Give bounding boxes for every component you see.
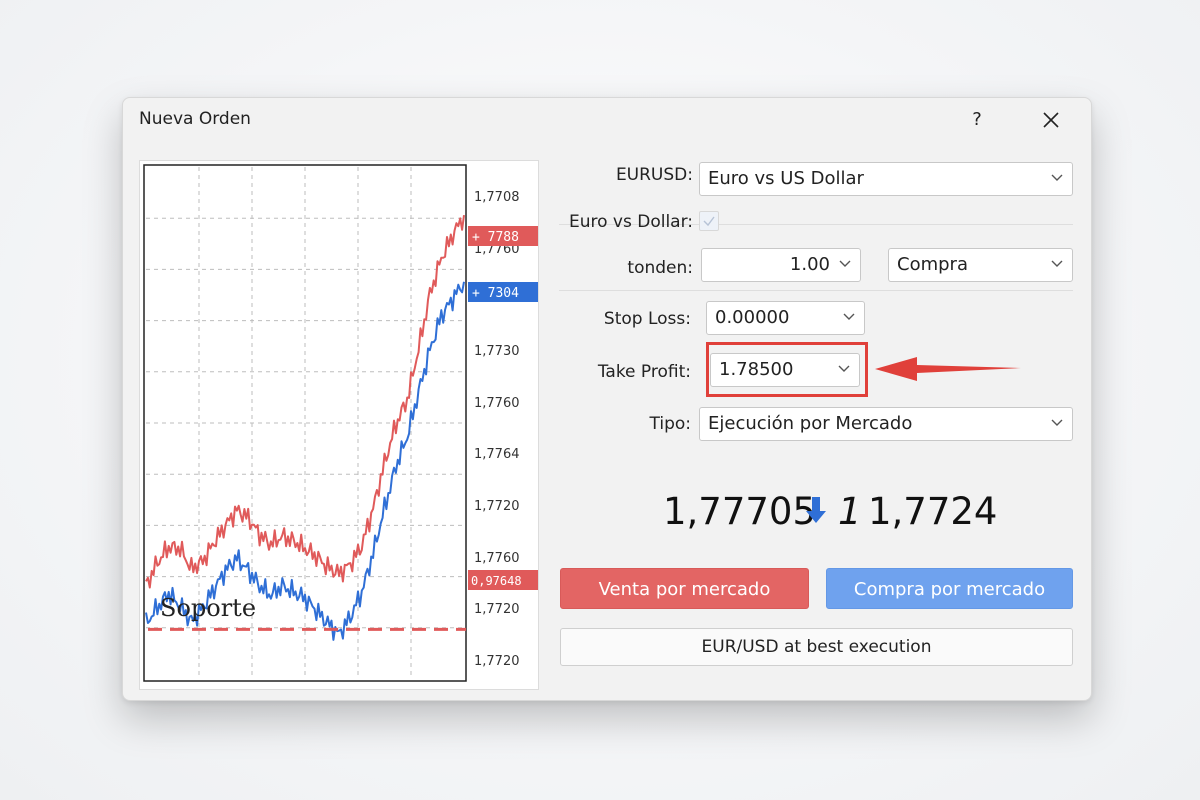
y-tick-label: 1,7764 (474, 447, 520, 462)
y-tick-label: 1,7720 (474, 499, 520, 514)
window-title: Nueva Orden (139, 109, 251, 129)
divider (559, 290, 1073, 291)
euro-dollar-checkbox[interactable] (699, 211, 719, 231)
y-tick-label: 1,7760 (474, 551, 520, 566)
take-profit-highlight (706, 342, 868, 397)
bid-price-tag-label: + 7788 (472, 230, 519, 245)
chart-canvas: 1,7708 1,7760 1,7730 1,7760 1,7764 1,772… (143, 164, 538, 682)
type-label: Tipo: (649, 414, 691, 434)
order-type-value: Ejecución por Mercado (708, 413, 913, 434)
symbol-dropdown[interactable]: Euro vs US Dollar (699, 162, 1073, 196)
quote-display: 1,77705 1 1,7724 (663, 490, 997, 534)
buy-market-button[interactable]: Compra por mercado (826, 568, 1073, 609)
close-icon (1043, 112, 1059, 128)
sell-market-button[interactable]: Venta por mercado (560, 568, 809, 609)
y-tick-label: 1,7730 (474, 344, 520, 359)
symbol-label: EURUSD: (615, 165, 693, 185)
volume-value: 1.00 (789, 254, 830, 275)
y-tick-label: 1,7720 (474, 602, 520, 617)
y-tick-label: 1,7720 (474, 654, 520, 669)
price-chart: 1,7708 1,7760 1,7730 1,7760 1,7764 1,772… (139, 160, 539, 690)
ask-price-tag-label: + 7304 (472, 286, 519, 301)
support-price-tag-label: 0,97648 (471, 574, 522, 588)
stop-loss-input[interactable]: 0.00000 (706, 301, 865, 335)
take-profit-label: Take Profit: (597, 362, 691, 382)
y-tick-label: 1,7760 (474, 396, 520, 411)
chevron-down-icon (1051, 419, 1063, 426)
order-type-dropdown[interactable]: Ejecución por Mercado (699, 407, 1073, 441)
close-button[interactable] (1033, 104, 1069, 136)
title-bar: Nueva Orden ? (123, 98, 1091, 142)
arrow-left-icon (875, 357, 1021, 381)
chevron-down-icon (1051, 174, 1063, 181)
volume-label: tonden: (627, 258, 693, 278)
help-button[interactable]: ? (961, 104, 993, 136)
chevron-down-icon (1051, 260, 1063, 267)
chevron-down-icon (843, 313, 855, 320)
check-icon (703, 216, 715, 227)
best-execution-button[interactable]: EUR/USD at best execution (560, 628, 1073, 666)
stop-loss-value: 0.00000 (715, 307, 790, 328)
symbol-value: Euro vs US Dollar (708, 168, 864, 189)
side-dropdown[interactable]: Compra (888, 248, 1073, 282)
bid-price: 1,77705 (663, 490, 817, 533)
quote-separator: 1 (838, 490, 862, 533)
y-axis-labels: 1,7708 1,7760 1,7730 1,7760 1,7764 1,772… (474, 190, 520, 669)
support-label: Soporte (160, 594, 256, 622)
volume-stepper[interactable]: 1.00 (701, 248, 861, 282)
side-value: Compra (897, 254, 968, 275)
ask-price: 1,7724 (868, 490, 998, 533)
checkbox-label: Euro vs Dollar: (568, 212, 693, 232)
new-order-dialog: Nueva Orden ? 1,7708 1,7760 1,7730 1,776… (122, 97, 1092, 701)
arrow-down-icon (806, 497, 826, 523)
stop-loss-label: Stop Loss: (603, 309, 691, 329)
y-tick-label: 1,7708 (474, 190, 520, 205)
chevron-down-icon (839, 260, 851, 267)
